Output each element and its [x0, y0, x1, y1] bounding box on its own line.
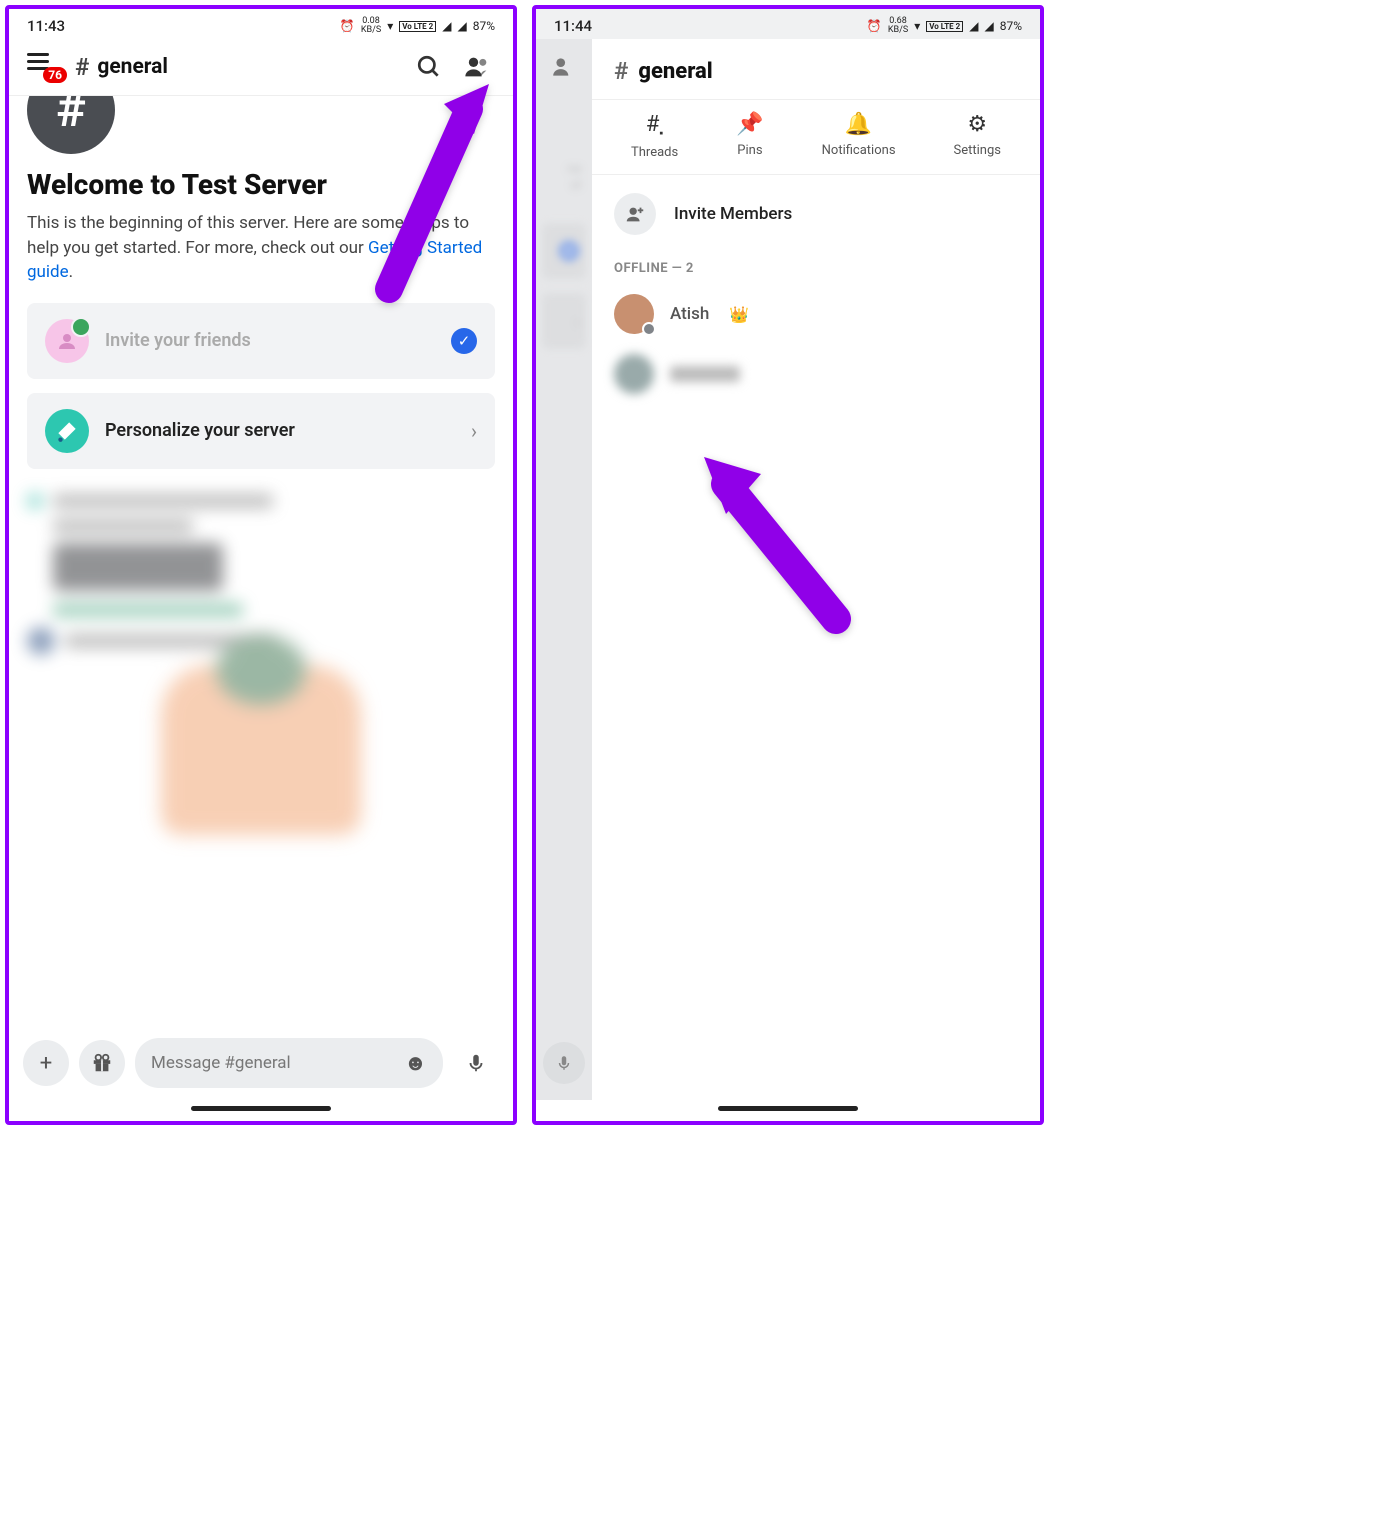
member-row[interactable] — [592, 344, 1040, 404]
channel-name: general — [97, 55, 399, 79]
volte-indicator: Vo LTE 2 — [926, 21, 963, 32]
member-name: Atish — [670, 304, 709, 324]
panel-channel-name: general — [638, 59, 712, 84]
signal-icon: ◢ — [969, 19, 978, 33]
personalize-icon — [45, 409, 89, 453]
pin-icon: 📌 — [736, 112, 763, 137]
alarm-icon: ⏰ — [340, 19, 355, 33]
members-icon — [463, 53, 491, 81]
annotation-arrow-2 — [686, 439, 856, 643]
message-placeholder: Message #general — [151, 1053, 394, 1073]
status-icons: ⏰ 0.08KB/S ▾ Vo LTE 2 ◢ ◢ 87% — [340, 17, 495, 35]
notifications-tab[interactable]: 🔔 Notifications — [822, 112, 896, 160]
notification-badge: 76 — [43, 67, 67, 83]
mic-button[interactable] — [453, 1040, 499, 1086]
channel-header: 76 # general — [9, 39, 513, 96]
gift-button[interactable] — [79, 1040, 125, 1086]
invite-card-label: Invite your friends — [105, 330, 435, 351]
member-name-hidden — [670, 366, 740, 382]
gift-icon — [91, 1052, 113, 1074]
status-bar: 11:43 ⏰ 0.08KB/S ▾ Vo LTE 2 ◢ ◢ 87% — [9, 9, 513, 39]
search-icon — [416, 54, 442, 80]
members-button-bg — [546, 49, 582, 85]
hash-icon: # — [75, 53, 89, 81]
threads-icon: #▪ — [646, 112, 663, 139]
channel-hash-avatar: # — [27, 96, 115, 154]
background-sliver[interactable]: ne ut ✓ › — [536, 39, 592, 1100]
signal-icon-2: ◢ — [457, 19, 466, 33]
settings-tab[interactable]: ⚙ Settings — [954, 112, 1001, 160]
status-offline-icon — [642, 322, 656, 336]
members-icon — [551, 54, 577, 80]
members-panel-view: ne ut ✓ › # general #▪ Threads 📌 — [536, 39, 1040, 1100]
search-button[interactable] — [411, 49, 447, 85]
signal-icon: ◢ — [442, 19, 451, 33]
battery-text: 87% — [473, 19, 495, 33]
status-time: 11:43 — [27, 17, 65, 35]
welcome-text: This is the beginning of this server. He… — [27, 211, 495, 285]
message-input[interactable]: Message #general ☻ — [135, 1038, 443, 1088]
panel-tabs: #▪ Threads 📌 Pins 🔔 Notifications ⚙ Sett… — [592, 100, 1040, 175]
mic-icon — [465, 1052, 487, 1074]
owner-crown-icon: 👑 — [729, 305, 749, 324]
welcome-title: Welcome to Test Server — [27, 168, 495, 201]
invite-members-icon — [614, 193, 656, 235]
members-panel: # general #▪ Threads 📌 Pins 🔔 Notificati… — [592, 39, 1040, 1100]
member-avatar — [614, 294, 654, 334]
personalize-card[interactable]: Personalize your server › — [27, 393, 495, 469]
wifi-icon: ▾ — [387, 19, 393, 33]
signal-icon-2: ◢ — [984, 19, 993, 33]
invite-friends-card[interactable]: Invite your friends ✓ — [27, 303, 495, 379]
members-button[interactable] — [459, 49, 495, 85]
invite-members-label: Invite Members — [674, 204, 792, 224]
chevron-right-icon: › — [471, 419, 477, 443]
channel-content: # Welcome to Test Server This is the beg… — [9, 96, 513, 1026]
alarm-icon: ⏰ — [867, 19, 882, 33]
emoji-button[interactable]: ☻ — [404, 1050, 427, 1076]
add-attachment-button[interactable]: + — [23, 1040, 69, 1086]
wifi-icon: ▾ — [914, 19, 920, 33]
personalize-card-label: Personalize your server — [105, 420, 455, 441]
message-input-bar: + Message #general ☻ — [9, 1026, 513, 1100]
offline-section-label: OFFLINE — 2 — [592, 253, 1040, 284]
data-rate: 0.68KB/S — [888, 17, 908, 35]
invite-icon — [45, 319, 89, 363]
pins-tab[interactable]: 📌 Pins — [736, 112, 763, 160]
status-bar: 11:44 ⏰ 0.68KB/S ▾ Vo LTE 2 ◢ ◢ 87% — [536, 9, 1040, 39]
status-icons: ⏰ 0.68KB/S ▾ Vo LTE 2 ◢ ◢ 87% — [867, 17, 1022, 35]
volte-indicator: Vo LTE 2 — [399, 21, 436, 32]
invite-members-row[interactable]: Invite Members — [592, 175, 1040, 253]
right-phone-frame: 11:44 ⏰ 0.68KB/S ▾ Vo LTE 2 ◢ ◢ 87% ne u… — [532, 5, 1044, 1125]
left-phone-frame: 11:43 ⏰ 0.08KB/S ▾ Vo LTE 2 ◢ ◢ 87% 76 #… — [5, 5, 517, 1125]
check-icon: ✓ — [451, 328, 477, 354]
nav-handle — [191, 1106, 331, 1111]
member-avatar-hidden — [614, 354, 654, 394]
mic-button-bg — [543, 1042, 585, 1084]
status-time: 11:44 — [554, 17, 592, 35]
member-row[interactable]: Atish 👑 — [592, 284, 1040, 344]
menu-button[interactable]: 76 — [27, 53, 63, 81]
nav-handle — [718, 1106, 858, 1111]
blurred-messages — [27, 493, 495, 885]
gear-icon: ⚙ — [967, 112, 987, 137]
threads-tab[interactable]: #▪ Threads — [631, 112, 678, 160]
bell-icon: 🔔 — [845, 112, 872, 137]
data-rate: 0.08KB/S — [361, 17, 381, 35]
hash-icon: # — [614, 57, 628, 85]
panel-header: # general — [592, 39, 1040, 100]
battery-text: 87% — [1000, 19, 1022, 33]
